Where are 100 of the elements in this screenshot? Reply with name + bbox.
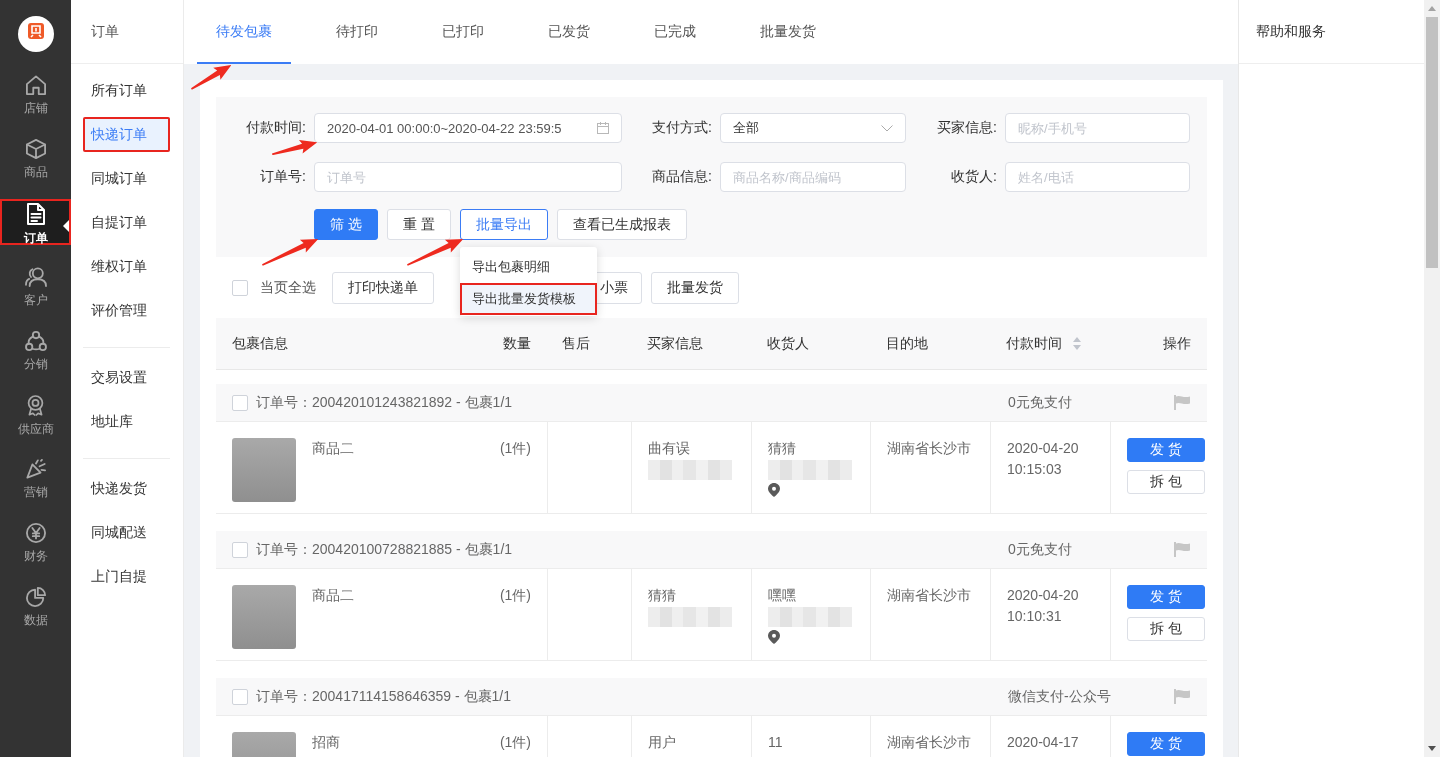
- payment-time: 10:10:31: [1007, 607, 1062, 626]
- nav-item[interactable]: 营销: [0, 455, 71, 501]
- party-popper-icon: [25, 459, 46, 479]
- payment-date: 2020-04-17: [1007, 733, 1079, 752]
- tab[interactable]: 待发包裹: [197, 0, 291, 64]
- split-package-button[interactable]: 拆 包: [1127, 617, 1205, 641]
- order-number: 订单号：200420101243821892 - 包裹1/1: [256, 393, 513, 412]
- nav-item[interactable]: 店铺: [0, 71, 71, 117]
- toolbar-button[interactable]: 批量发货: [651, 272, 739, 304]
- payment-date: 2020-04-20: [1007, 586, 1079, 605]
- submenu-item[interactable]: 地址库: [83, 404, 170, 439]
- input-field[interactable]: 昵称/手机号: [1005, 113, 1190, 143]
- checkbox[interactable]: [232, 541, 248, 558]
- submenu-item[interactable]: 同城配送: [83, 515, 170, 550]
- buyer-name: 曲有误: [648, 439, 690, 458]
- payment-method: 微信支付-公众号: [1008, 687, 1111, 704]
- product-name: 商品二: [312, 586, 354, 605]
- logo-icon: [17, 16, 54, 52]
- product-name: 招商: [312, 733, 340, 752]
- menu-item[interactable]: 导出批量发货模板: [459, 283, 597, 315]
- submenu-item[interactable]: 所有订单: [83, 73, 170, 108]
- flag-icon: [1174, 542, 1190, 557]
- recipient-name: 猜猜: [768, 439, 796, 458]
- photo-placeholder: [232, 585, 296, 649]
- select-field[interactable]: 全部: [720, 113, 906, 143]
- submenu-item[interactable]: 交易设置: [83, 360, 170, 395]
- nav-item[interactable]: 分销: [0, 327, 71, 373]
- scrollbar-thumb[interactable]: [1426, 17, 1438, 268]
- column-header: 数量: [503, 334, 531, 353]
- toolbar-button[interactable]: 打印快递单: [332, 272, 434, 304]
- checkbox[interactable]: [232, 280, 248, 296]
- submenu-item[interactable]: 维权订单: [83, 249, 170, 284]
- pie-chart-icon: [25, 587, 46, 607]
- input-field[interactable]: 姓名/电话: [1005, 162, 1190, 192]
- export-button[interactable]: 批量导出: [459, 209, 548, 240]
- nav-item[interactable]: 订单: [0, 199, 71, 245]
- medal-icon: [26, 395, 45, 416]
- document-icon: [26, 203, 45, 225]
- checkbox-label: 当页全选: [260, 279, 316, 297]
- column-header: 买家信息: [647, 334, 703, 353]
- tab[interactable]: 批量发货: [741, 0, 835, 64]
- scrollbar[interactable]: [1424, 0, 1440, 757]
- flag-icon: [1174, 395, 1190, 410]
- nav-item[interactable]: 财务: [0, 519, 71, 565]
- tab[interactable]: 已完成: [635, 0, 715, 64]
- submenu-item[interactable]: 评价管理: [83, 293, 170, 328]
- order-number: 订单号：200417114158646359 - 包裹1/1: [256, 687, 511, 706]
- cube-icon: [25, 139, 46, 159]
- split-package-button[interactable]: 拆 包: [1127, 470, 1205, 494]
- location-pin-icon: [768, 630, 780, 644]
- yen-icon: [25, 523, 46, 543]
- view-reports-button[interactable]: 查看已生成报表: [556, 209, 687, 240]
- input-field[interactable]: 商品名称/商品编码: [720, 162, 906, 192]
- tab[interactable]: 待打印: [317, 0, 397, 64]
- reset-button[interactable]: 重 置: [386, 209, 451, 240]
- submenu-title: 订单: [91, 23, 119, 39]
- checkbox[interactable]: [232, 688, 248, 705]
- submenu-item[interactable]: 快递订单: [83, 117, 170, 152]
- ship-button[interactable]: 发 货: [1127, 585, 1205, 609]
- submenu-item[interactable]: 上门自提: [83, 559, 170, 594]
- quantity: (1件): [499, 733, 531, 752]
- payment-time: 10:15:03: [1007, 460, 1062, 479]
- submenu-item[interactable]: 快递发货: [83, 471, 170, 506]
- payment-method: 0元免支付: [1008, 393, 1072, 410]
- chevron-down-icon: [881, 124, 893, 132]
- column-header: 售后: [562, 334, 590, 353]
- photo-placeholder: [232, 438, 296, 502]
- ship-button[interactable]: 发 货: [1127, 438, 1205, 462]
- nodes-icon: [24, 331, 47, 351]
- payment-date: 2020-04-20: [1007, 439, 1079, 458]
- quantity: (1件): [499, 586, 531, 605]
- tab[interactable]: 已发货: [529, 0, 609, 64]
- people-icon: [24, 267, 47, 287]
- quantity: (1件): [499, 439, 531, 458]
- product-name: 商品二: [312, 439, 354, 458]
- checkbox[interactable]: [232, 394, 248, 411]
- calendar-icon: [597, 122, 609, 134]
- nav-item[interactable]: 数据: [0, 583, 71, 629]
- location-pin-icon: [768, 483, 780, 497]
- nav-item[interactable]: 客户: [0, 263, 71, 309]
- filter-label: 商品信息:: [652, 168, 712, 184]
- column-header: 收货人: [767, 334, 809, 353]
- input-field[interactable]: 订单号: [314, 162, 622, 192]
- flag-icon: [1174, 689, 1190, 704]
- nav-item[interactable]: 供应商: [0, 391, 71, 437]
- tab[interactable]: 已打印: [423, 0, 503, 64]
- submenu-item[interactable]: 同城订单: [83, 161, 170, 196]
- ship-button[interactable]: 发 货: [1127, 732, 1205, 756]
- column-header: 包裹信息: [232, 334, 288, 353]
- recipient-name: 11: [768, 733, 783, 752]
- caret-up-icon: [1428, 6, 1436, 11]
- column-header: 目的地: [886, 334, 928, 353]
- buyer-name: 猜猜: [648, 586, 676, 605]
- panel-title: 帮助和服务: [1256, 23, 1326, 39]
- column-header: 付款时间: [1006, 334, 1062, 353]
- filter-label: 订单号:: [260, 168, 306, 184]
- submenu-item[interactable]: 自提订单: [83, 205, 170, 240]
- nav-item[interactable]: 商品: [0, 135, 71, 181]
- date-range-field[interactable]: 2020-04-01 00:00:0~2020-04-22 23:59:5: [314, 113, 622, 143]
- filter-button[interactable]: 筛 选: [314, 209, 378, 240]
